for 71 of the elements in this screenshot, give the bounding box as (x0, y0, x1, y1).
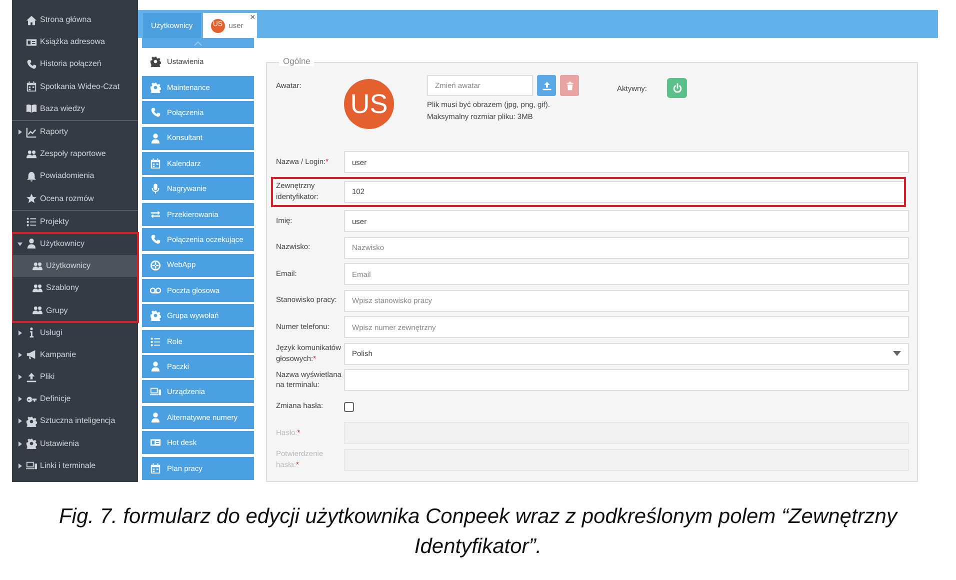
phone-icon (150, 234, 161, 246)
sidebar-item[interactable]: Definicje (12, 388, 138, 410)
sidebar-item[interactable]: Baza wiedzy (12, 98, 138, 120)
sidebar-item[interactable]: Powiadomienia (12, 165, 138, 188)
chart-icon (26, 126, 37, 138)
gear-icon (150, 310, 161, 322)
mic-icon (150, 183, 161, 194)
sidebar-item[interactable]: Projekty (12, 210, 138, 233)
sidebar-item[interactable]: Linki i terminale (12, 454, 138, 477)
power-toggle[interactable] (667, 78, 688, 98)
people-icon (32, 260, 43, 272)
people-icon (26, 148, 37, 160)
card-icon (26, 36, 37, 48)
sidebar-item[interactable]: Zespoły raportowe (12, 143, 138, 166)
arrows-icon (150, 208, 161, 220)
sidebar-item[interactable]: Raporty (12, 120, 138, 144)
calendar-icon (26, 81, 37, 92)
list-icon (26, 216, 37, 228)
section-legend: Ogólne (279, 57, 314, 66)
people-icon (32, 282, 43, 294)
person-icon (150, 132, 161, 144)
globe-icon (150, 260, 161, 271)
sidebar-item[interactable]: Strona główna (12, 9, 138, 32)
list-icon (150, 336, 161, 347)
sidebar-item[interactable]: Ustawienia (12, 432, 138, 455)
gear-icon (150, 56, 161, 68)
gear-icon (26, 416, 37, 427)
checkbox[interactable] (344, 402, 354, 412)
close-button[interactable]: × (250, 13, 256, 22)
sidebar-item[interactable]: Ocena rozmów (12, 188, 138, 210)
trash-icon (564, 80, 574, 90)
person-icon (150, 412, 161, 423)
delete-button[interactable] (560, 75, 579, 96)
sidebar-item[interactable]: Usługi (12, 322, 138, 344)
phone-icon (26, 58, 37, 70)
person-icon (150, 361, 161, 372)
sidebar-item[interactable]: Szablony (12, 277, 138, 300)
chevron-up-icon (194, 40, 202, 46)
voicemail-icon (150, 284, 161, 296)
calendar-icon (150, 462, 161, 474)
upload-icon (26, 372, 37, 383)
figure-caption: Fig. 7. formularz do edycji użytkownika Conpeek wraz z podkreślonym polem “Zewnętrzny Identyfikator”. (58, 504, 899, 560)
monitor-icon (150, 386, 161, 398)
avatar-circle: US (344, 79, 394, 129)
card-icon (150, 437, 161, 448)
house-icon (26, 14, 37, 26)
bell-icon (26, 170, 37, 182)
gear-icon (150, 82, 161, 93)
sidebar-item[interactable]: Użytkownicy (12, 255, 138, 278)
phone-icon (150, 107, 161, 118)
sidebar-item[interactable]: Sztuczna inteligencja (12, 410, 138, 433)
star-icon (26, 193, 37, 204)
sidebar-item[interactable]: Kampanie (12, 344, 138, 366)
monitor-icon (26, 460, 37, 472)
person-icon (26, 238, 37, 250)
power-icon (672, 82, 683, 94)
people-icon (32, 305, 43, 316)
input-field[interactable] (344, 369, 909, 391)
sidebar-item[interactable]: Książka adresowa (12, 31, 138, 54)
gear-icon (26, 438, 37, 450)
sidebar-item[interactable]: Użytkownicy (12, 232, 138, 256)
sidebar-item[interactable]: Pliki (12, 366, 138, 388)
caret-icon (893, 351, 901, 356)
book-icon (26, 103, 37, 114)
sidebar-item[interactable]: Historia połączeń (12, 53, 138, 76)
upload-button[interactable] (537, 75, 556, 96)
sidebar-item[interactable]: Spotkania Wideo-Czat (12, 76, 138, 98)
calendar-icon (150, 158, 161, 169)
megaphone-icon (26, 349, 37, 360)
sidebar-item[interactable]: Grupy (12, 299, 138, 322)
upload-icon (542, 80, 552, 90)
